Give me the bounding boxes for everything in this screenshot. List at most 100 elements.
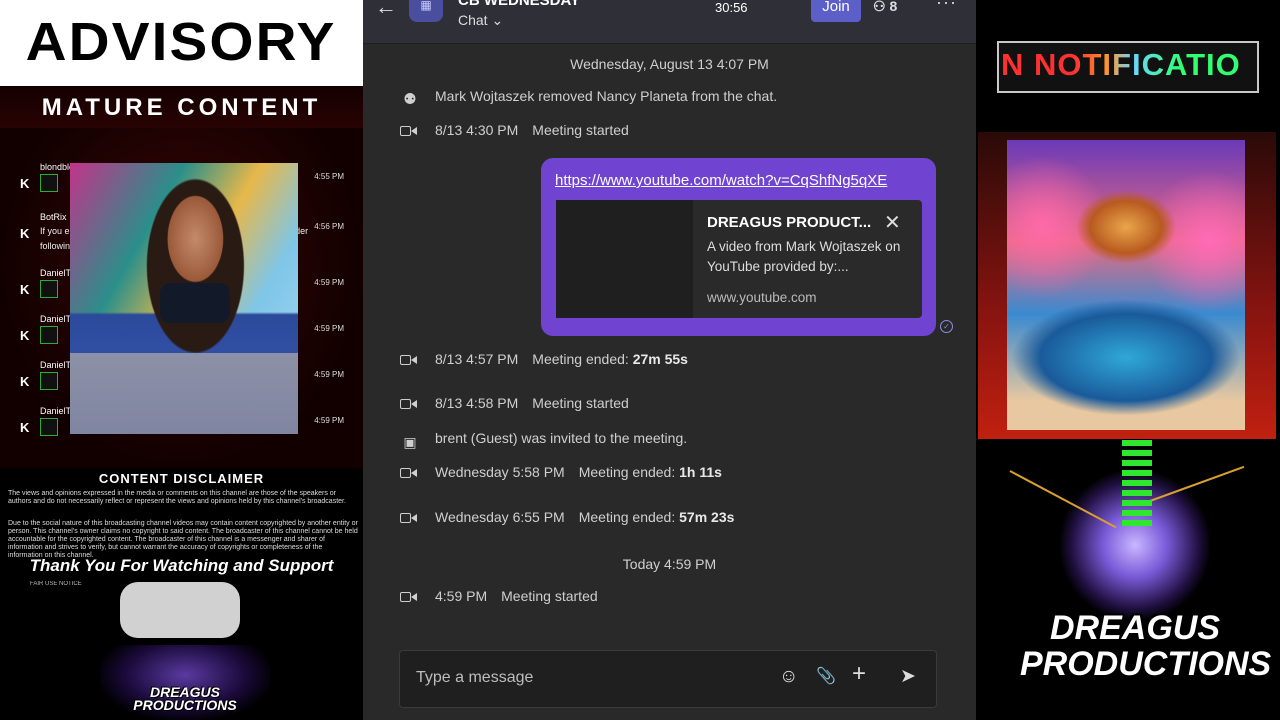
camera-icon: [400, 124, 420, 138]
seen-check-icon: ✓: [940, 320, 953, 333]
kick-icon: K: [20, 374, 30, 389]
camera-icon: [400, 511, 420, 525]
kick-icon: K: [20, 282, 30, 297]
emote-badge-icon: [40, 174, 58, 192]
mature-content-banner: MATURE CONTENT: [0, 84, 363, 130]
disclaimer-text-2: Due to the social nature of this broadca…: [8, 520, 358, 559]
chat-tab-dropdown[interactable]: Chat ⌄: [458, 12, 503, 29]
teams-chat-window: ← ▦ CB WEDNESDAY Chat ⌄ 30:56 Join ⚇ 8 ·…: [363, 0, 976, 720]
person-removed-icon: ⚉: [403, 91, 417, 109]
join-button[interactable]: Join: [811, 0, 861, 22]
event-text: Meeting ended:: [532, 351, 629, 367]
calendar-invite-icon: ▣: [403, 434, 417, 451]
kick-icon: K: [20, 328, 30, 343]
event-text: Meeting started: [532, 395, 629, 411]
event-text: Meeting ended:: [578, 509, 676, 525]
send-icon[interactable]: ➤: [900, 667, 916, 687]
system-event-row: Wednesday 5:58 PM Meeting ended: 1h 11s: [400, 462, 722, 482]
event-time: 4:59 PM: [435, 588, 488, 604]
system-event-row: Wednesday 6:55 PM Meeting ended: 57m 23s: [400, 507, 734, 527]
camera-icon: [400, 590, 420, 604]
back-arrow-icon[interactable]: ←: [375, 0, 397, 20]
event-time: 8/13 4:57 PM: [435, 351, 519, 367]
link-preview-description: A video from Mark Wojtaszek on YouTube p…: [707, 239, 901, 274]
chat-timestamp: 4:59 PM: [314, 370, 344, 379]
notification-marquee: N NOTIFICATIO: [997, 41, 1259, 93]
event-text: Meeting ended:: [578, 464, 676, 480]
chat-title[interactable]: CB WEDNESDAY: [458, 0, 580, 9]
link-preview-title[interactable]: DREAGUS PRODUCT...: [707, 214, 871, 231]
system-event-row: 8/13 4:57 PM Meeting ended: 27m 55s: [400, 349, 688, 369]
chat-username: BotRix: [40, 212, 67, 222]
system-event-row: ⚉ Mark Wojtaszek removed Nancy Planeta fr…: [400, 86, 778, 109]
day-divider: Today 4:59 PM: [622, 556, 717, 572]
disclaimer-title: CONTENT DISCLAIMER: [98, 471, 265, 486]
mature-text: MATURE CONTENT: [41, 94, 322, 121]
system-event-row: 8/13 4:30 PM Meeting started: [400, 120, 629, 140]
people-button[interactable]: ⚇ 8: [873, 0, 897, 15]
event-time: Wednesday 5:58 PM: [435, 464, 565, 480]
calendar-icon: ▦: [409, 0, 443, 22]
message-input[interactable]: [414, 665, 758, 691]
left-logo-text: DREAGUS PRODUCTIONS: [133, 684, 237, 713]
camera-icon: [400, 353, 420, 367]
more-options-icon[interactable]: ···: [936, 0, 957, 13]
stream-artwork-image: [70, 163, 298, 434]
kick-icon: K: [20, 420, 30, 435]
emote-badge-icon: [40, 280, 58, 298]
message-composer: ☺ 📎 + ➤: [399, 650, 937, 708]
system-event-row: ▣ brent (Guest) was invited to the meetin…: [400, 428, 687, 451]
disclaimer-text-1: The views and opinions expressed in the …: [8, 490, 346, 505]
event-time: 8/13 4:58 PM: [435, 395, 519, 411]
fair-use-logo-image: [120, 582, 240, 638]
kick-icon: K: [20, 226, 30, 241]
chat-timestamp: 4:59 PM: [314, 324, 344, 333]
link-preview-domain: www.youtube.com: [707, 290, 817, 305]
emote-badge-icon: [40, 326, 58, 344]
chat-timestamp: 4:59 PM: [314, 278, 344, 287]
link-preview-thumbnail[interactable]: [556, 200, 693, 318]
equalizer-bar: [1122, 500, 1152, 506]
call-timer: 30:56: [715, 0, 748, 15]
emote-badge-icon: [40, 418, 58, 436]
camera-icon: [400, 397, 420, 411]
attach-icon[interactable]: 📎: [816, 667, 836, 687]
event-text: Meeting started: [532, 122, 629, 138]
equalizer-bar: [1122, 490, 1152, 496]
event-time: Wednesday 6:55 PM: [435, 509, 565, 525]
equalizer-bar: [1122, 460, 1152, 466]
equalizer-bars-icon: [1122, 440, 1152, 535]
add-icon[interactable]: +: [852, 662, 866, 686]
day-divider: Wednesday, August 13 4:07 PM: [570, 56, 769, 72]
meeting-duration: 27m 55s: [632, 351, 688, 367]
chat-timestamp: 4:59 PM: [314, 416, 344, 425]
chat-header: ← ▦ CB WEDNESDAY Chat ⌄ 30:56 Join ⚇ 8 ·…: [363, 0, 976, 44]
right-logo-text: DREAGUS PRODUCTIONS: [1020, 609, 1272, 683]
advisory-text: ADVISORY: [26, 12, 337, 72]
thank-you-text: Thank You For Watching and Support: [29, 556, 334, 575]
equalizer-bar: [1122, 450, 1152, 456]
system-event-row: 8/13 4:58 PM Meeting started: [400, 393, 629, 413]
people-count: 8: [889, 0, 898, 14]
equalizer-bar: [1122, 510, 1152, 516]
chat-timestamp: 4:55 PM: [314, 172, 344, 181]
event-time: 8/13 4:30 PM: [435, 122, 519, 138]
emoji-icon[interactable]: ☺: [779, 667, 798, 687]
event-text: Meeting started: [501, 588, 598, 604]
kick-icon: K: [20, 176, 30, 191]
event-text: Mark Wojtaszek removed Nancy Planeta fro…: [435, 88, 778, 104]
people-icon: ⚇: [873, 0, 886, 14]
camera-icon: [400, 466, 420, 480]
emote-badge-icon: [40, 372, 58, 390]
equalizer-bar: [1122, 520, 1152, 526]
chat-timestamp: 4:56 PM: [314, 222, 344, 231]
system-event-row: 4:59 PM Meeting started: [400, 586, 598, 606]
equalizer-bar: [1122, 470, 1152, 476]
close-preview-icon[interactable]: ✕: [884, 210, 901, 235]
meeting-duration: 57m 23s: [679, 509, 735, 525]
equalizer-bar: [1122, 440, 1152, 446]
fantasy-artwork-image: [1007, 140, 1245, 430]
youtube-link[interactable]: https://www.youtube.com/watch?v=CqShfNg5…: [555, 172, 887, 189]
meeting-duration: 1h 11s: [679, 464, 722, 480]
advisory-banner: ADVISORY: [0, 0, 363, 84]
